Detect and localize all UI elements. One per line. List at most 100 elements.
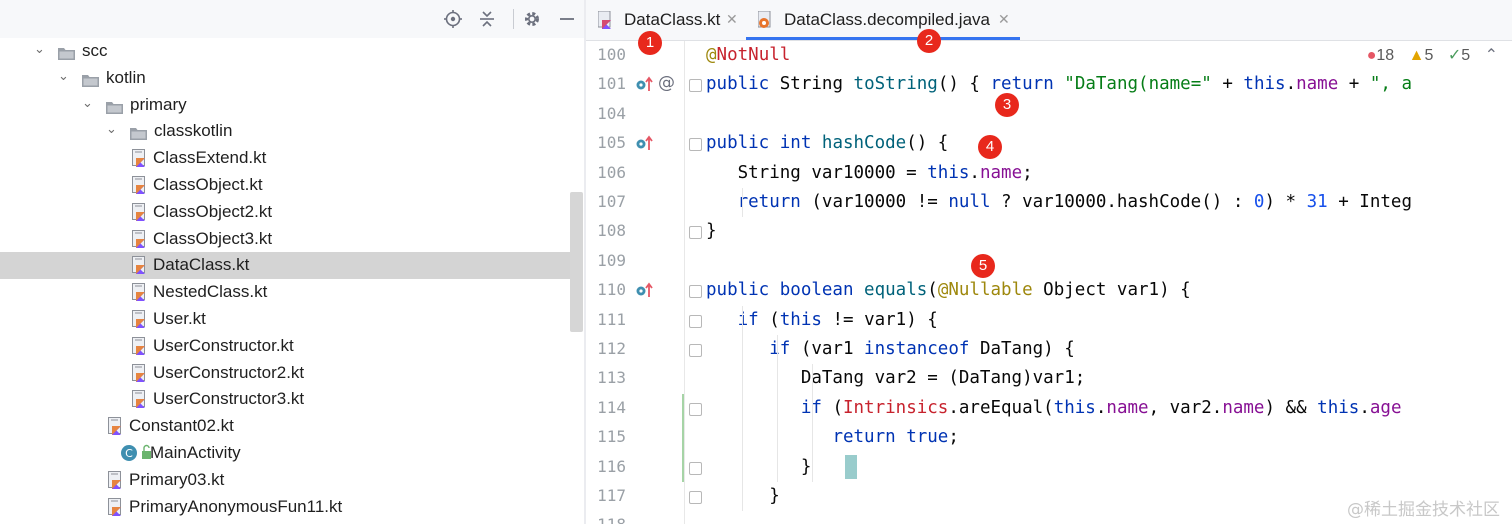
code-line: public String toString() { return "DaTan… — [706, 70, 1412, 99]
tree-row[interactable]: NestedClass.kt — [0, 279, 583, 306]
fold-marker-icon[interactable] — [689, 285, 702, 299]
tree-row[interactable]: ClassObject2.kt — [0, 199, 583, 226]
tree-row[interactable]: PrimaryAnonymousFun11.kt — [0, 494, 583, 521]
code-token: name — [979, 162, 1023, 183]
code-token: ( — [832, 397, 843, 418]
code-token: ) && — [1264, 397, 1318, 418]
implements-method-icon[interactable] — [636, 76, 656, 96]
tree-row-label: PrimaryAnonymousFun11.kt — [129, 496, 343, 516]
tree-row[interactable]: User.kt — [0, 306, 583, 333]
minimize-icon[interactable] — [557, 9, 577, 29]
marker-3: 3 — [995, 93, 1019, 117]
line-number: 112 — [597, 339, 626, 358]
error-count: 18 — [1376, 47, 1395, 64]
code-token: (var1 — [800, 339, 865, 359]
folder-icon — [82, 72, 99, 87]
code-token: . — [1285, 74, 1297, 95]
code-line: DaTang var2 = (DaTang)var1; — [706, 364, 1085, 393]
fold-marker-icon[interactable] — [689, 491, 702, 504]
code-token: Intrinsics — [842, 397, 949, 418]
tree-row[interactable]: UserConstructor2.kt — [0, 360, 583, 387]
tree-row[interactable]: ClassObject3.kt — [0, 226, 583, 253]
tree-row[interactable]: ⌄ kotlin — [0, 65, 583, 92]
tree-row[interactable]: ⌄ scc — [0, 38, 583, 65]
indent-guide — [812, 423, 813, 482]
close-icon[interactable]: ✕ — [998, 12, 1010, 28]
implements-method-icon[interactable] — [636, 135, 656, 155]
chevron-up-icon[interactable]: ⌃ — [1485, 47, 1498, 64]
active-tab-indicator — [746, 37, 1020, 40]
tree-row-label: ClassObject3.kt — [153, 228, 273, 248]
tree-row[interactable]: DataClass.kt — [0, 252, 583, 280]
code-token: . — [1359, 397, 1370, 418]
kotlin-file-icon — [132, 336, 148, 355]
fold-marker-icon[interactable] — [689, 344, 702, 357]
warning-count: 5 — [1424, 47, 1434, 64]
indent-guide — [777, 335, 778, 482]
fold-column — [684, 41, 685, 524]
code-token: . — [969, 162, 980, 183]
fold-marker-icon[interactable] — [689, 314, 702, 328]
weak-warning-count: 5 — [1461, 47, 1471, 64]
implements-method-icon[interactable] — [636, 282, 656, 302]
tree-row[interactable]: ⌄ primary — [0, 92, 583, 119]
tree-row[interactable]: UserConstructor3.kt — [0, 386, 583, 413]
fold-marker-icon[interactable] — [689, 79, 702, 93]
tree-row[interactable]: ClassObject.kt — [0, 172, 583, 199]
close-icon[interactable]: ✕ — [726, 12, 738, 28]
tree-row[interactable]: C MainActivity — [0, 440, 583, 467]
inspection-widget[interactable]: ●18 ▲5 ✓5 ⌃ — [1367, 45, 1498, 67]
code-token: return — [737, 192, 812, 212]
code-token: hashCode — [821, 133, 907, 154]
line-number: 114 — [597, 397, 626, 417]
fold-marker-icon[interactable] — [689, 461, 702, 475]
code-token: . — [1095, 397, 1107, 418]
marker-4: 4 — [978, 135, 1002, 159]
project-tool-window: ⌄ scc ⌄ kotlin ⌄ primary ⌄ classkotlin ClassExte… — [0, 0, 585, 524]
code-token: String — [779, 74, 854, 95]
code-token: (var10000 != — [811, 192, 949, 212]
collapse-icon[interactable] — [477, 9, 497, 29]
fold-marker-icon[interactable] — [689, 226, 702, 240]
fold-marker-icon[interactable] — [689, 402, 702, 416]
code-token: + — [1338, 74, 1370, 95]
class-icon: C — [120, 444, 151, 462]
kotlin-file-icon — [597, 10, 614, 33]
code-token: != var1) { — [821, 309, 938, 330]
tree-scrollbar[interactable] — [570, 192, 583, 332]
line-number: 106 — [597, 162, 626, 182]
code-token: this — [779, 309, 822, 330]
tree-row[interactable]: Primary03.kt — [0, 467, 583, 494]
code-token: public int — [706, 133, 822, 154]
code-area[interactable]: @NotNull public String toString() { retur… — [706, 41, 1512, 524]
code-line: String var10000 = this.name; — [706, 159, 1033, 188]
code-token: age — [1369, 397, 1402, 418]
code-line: return (var10000 != null ? var10000.hash… — [706, 188, 1412, 217]
gear-icon[interactable] — [522, 9, 542, 29]
tree-row-label: Constant02.kt — [129, 416, 234, 436]
marker-1: 1 — [638, 31, 662, 55]
editor-gutter: 100 101 @104 105 106 107 108 109 110 111 112 113 114… — [586, 41, 702, 524]
kotlin-file-icon — [132, 229, 148, 248]
fold-marker-icon[interactable] — [689, 138, 702, 152]
code-token: NotNull — [716, 45, 791, 65]
editor: DataClass.kt ✕ DataClass.decompiled.java… — [586, 0, 1512, 524]
annotation-icon[interactable]: @ — [658, 73, 675, 93]
tree-row[interactable]: ⌄ classkotlin — [0, 118, 583, 145]
chevron-down-icon[interactable]: ⌄ — [106, 123, 120, 137]
code-token: return — [990, 74, 1065, 95]
tab-dataclass-kt[interactable]: DataClass.kt ✕ — [586, 0, 746, 40]
code-line: @NotNull — [706, 41, 790, 70]
chevron-down-icon[interactable]: ⌄ — [34, 43, 48, 57]
tree-row[interactable]: ClassExtend.kt — [0, 145, 583, 172]
locate-icon[interactable] — [443, 9, 463, 29]
code-token: this — [1243, 74, 1286, 95]
tree-row[interactable]: Constant02.kt — [0, 413, 583, 440]
tab-dataclass-decompiled-java[interactable]: DataClass.decompiled.java ✕ — [746, 0, 1020, 40]
code-line: if (var1 instanceof DaTang) { — [706, 335, 1075, 364]
chevron-down-icon[interactable]: ⌄ — [82, 96, 96, 111]
chevron-down-icon[interactable]: ⌄ — [58, 69, 72, 84]
tree-row[interactable]: UserConstructor.kt — [0, 333, 583, 360]
